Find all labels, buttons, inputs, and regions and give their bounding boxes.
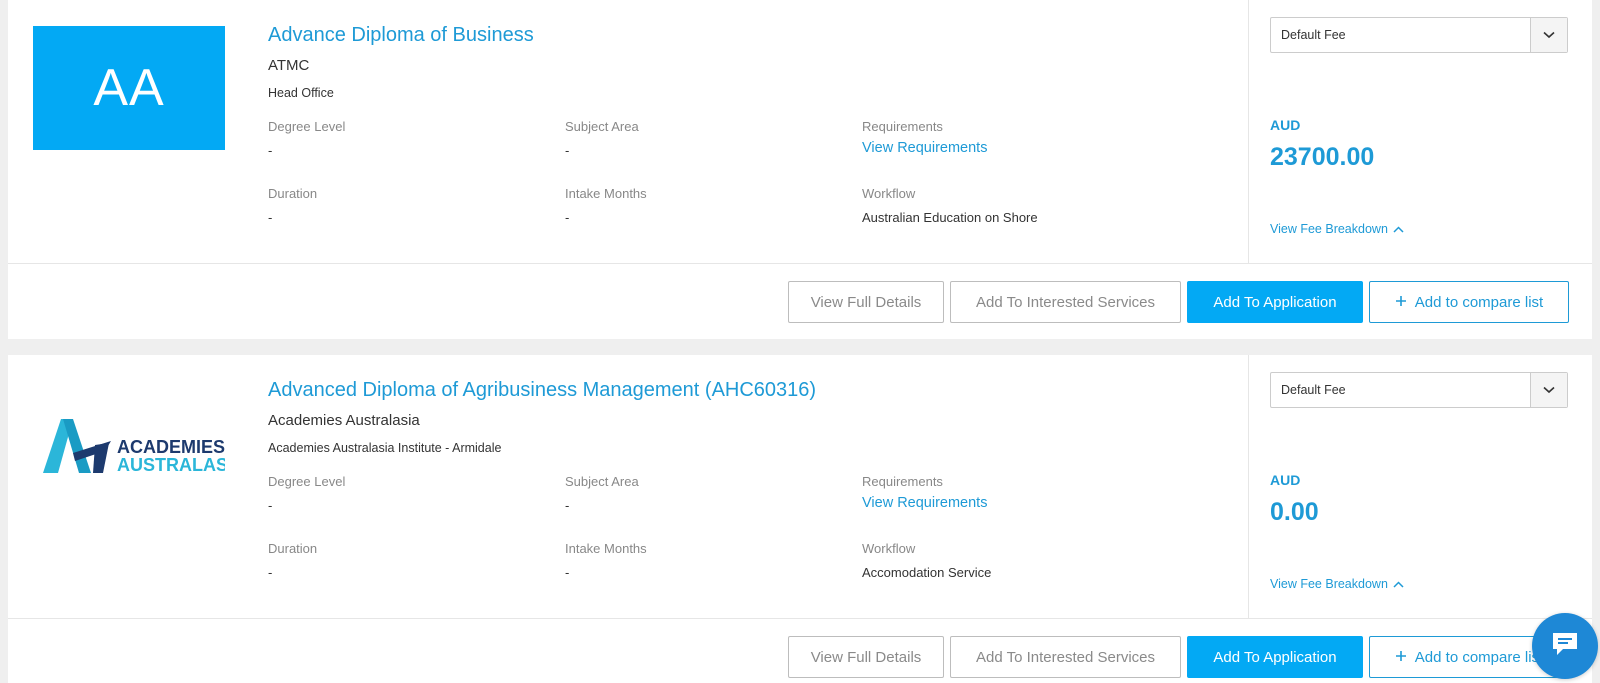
intake-months-value: - [565,210,570,225]
fee-type-select[interactable]: Default Fee [1270,372,1568,408]
duration-label: Duration [268,541,318,556]
fee-panel: Default Fee AUD 0.00 View Fee Breakdown [1248,355,1592,619]
view-requirements-link[interactable]: View Requirements [862,495,987,511]
plus-icon [1395,294,1407,311]
workflow-value: Australian Education on Shore [862,210,1038,225]
intake-months-label: Intake Months [565,186,647,201]
course-info: AA Advance Diploma of Business ATMC Head… [8,0,1248,264]
view-fee-breakdown-link[interactable]: View Fee Breakdown [1270,577,1404,591]
course-title-link[interactable]: Advance Diploma of Business [268,24,534,47]
intake-months-value: - [565,565,570,580]
add-to-application-button[interactable]: Add To Application [1187,281,1363,323]
chevron-up-icon [1393,577,1404,591]
logo-line2: AUSTRALASIA [117,455,225,475]
requirements-label: Requirements [862,119,943,134]
fee-currency: AUD [1270,472,1301,488]
subject-area-value: - [565,143,570,158]
institution-logo: ACADEMIES AUSTRALASIA [33,381,225,505]
fee-type-value: Default Fee [1281,383,1346,397]
course-title-link[interactable]: Advanced Diploma of Agribusiness Managem… [268,379,816,402]
chat-icon [1550,630,1580,663]
chevron-down-icon[interactable] [1530,18,1567,52]
campus-name: Head Office [268,86,334,100]
add-to-interested-services-button[interactable]: Add To Interested Services [950,636,1181,678]
logo-line1: ACADEMIES [117,437,225,457]
compare-label: Add to compare list [1414,648,1544,666]
requirements-label: Requirements [862,474,943,489]
view-fee-breakdown-link[interactable]: View Fee Breakdown [1270,222,1404,236]
workflow-label: Workflow [862,541,916,556]
view-full-details-button[interactable]: View Full Details [788,281,944,323]
workflow-value: Accomodation Service [862,565,992,580]
chevron-down-icon[interactable] [1530,373,1567,407]
fee-amount: 23700.00 [1270,143,1375,171]
institution-name: ATMC [268,57,310,74]
compare-label: Add to compare list [1414,293,1544,311]
degree-level-value: - [268,498,273,513]
campus-name: Academies Australasia Institute - Armida… [268,441,502,455]
institution-thumbnail: AA [33,26,225,150]
subject-area-label: Subject Area [565,119,639,134]
course-info: ACADEMIES AUSTRALASIA Advanced Diploma o… [8,355,1248,619]
fee-type-value: Default Fee [1281,28,1346,42]
plus-icon [1395,649,1407,666]
intake-months-label: Intake Months [565,541,647,556]
fee-panel: Default Fee AUD 23700.00 View Fee Breakd… [1248,0,1592,264]
add-to-compare-list-button[interactable]: Add to compare list [1369,281,1569,323]
add-to-application-button[interactable]: Add To Application [1187,636,1363,678]
view-requirements-link[interactable]: View Requirements [862,140,987,156]
fee-currency: AUD [1270,117,1301,133]
degree-level-value: - [268,143,273,158]
course-card: ACADEMIES AUSTRALASIA Advanced Diploma o… [8,355,1592,683]
thumbnail-initials: AA [93,59,165,117]
duration-value: - [268,565,273,580]
duration-value: - [268,210,273,225]
fee-type-select[interactable]: Default Fee [1270,17,1568,53]
fee-breakdown-label: View Fee Breakdown [1270,222,1388,236]
institution-name: Academies Australasia [268,412,420,429]
add-to-interested-services-button[interactable]: Add To Interested Services [950,281,1181,323]
degree-level-label: Degree Level [268,119,346,134]
chat-widget-button[interactable] [1532,613,1598,679]
workflow-label: Workflow [862,186,916,201]
subject-area-value: - [565,498,570,513]
view-full-details-button[interactable]: View Full Details [788,636,944,678]
course-card: AA Advance Diploma of Business ATMC Head… [8,0,1592,339]
chevron-up-icon [1393,222,1404,236]
duration-label: Duration [268,186,318,201]
fee-breakdown-label: View Fee Breakdown [1270,577,1388,591]
fee-amount: 0.00 [1270,498,1319,526]
degree-level-label: Degree Level [268,474,346,489]
subject-area-label: Subject Area [565,474,639,489]
